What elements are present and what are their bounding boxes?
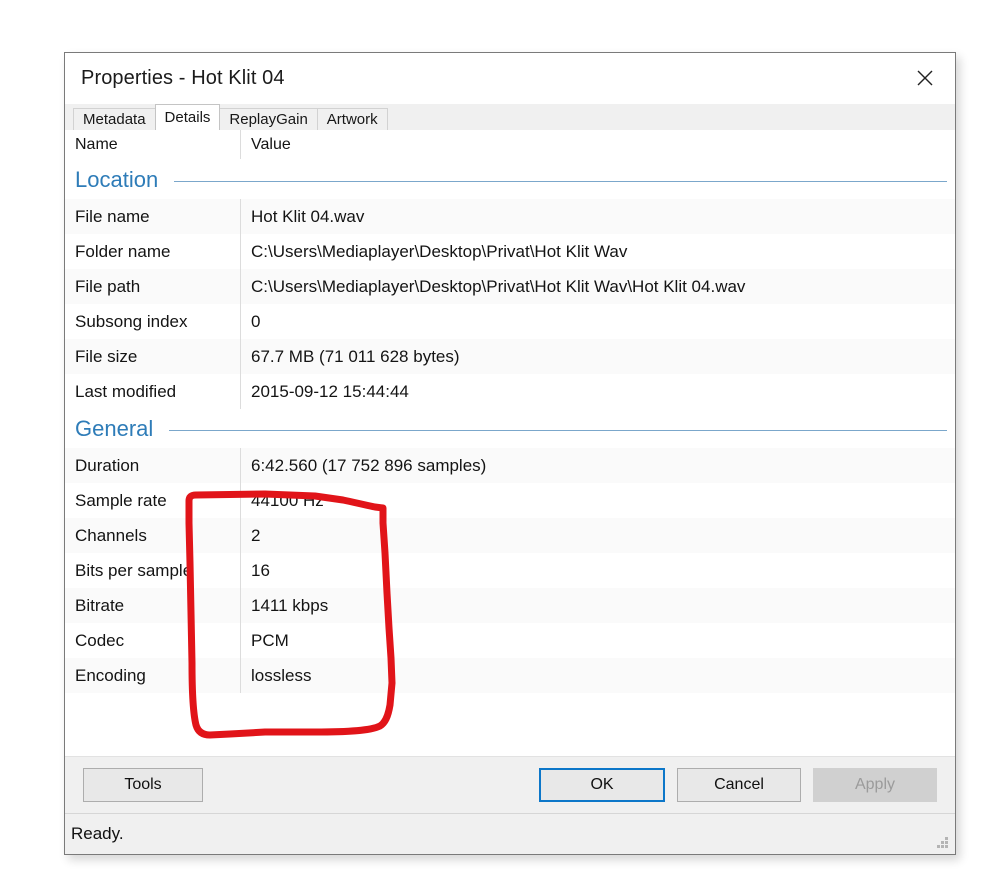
table-row[interactable]: File size 67.7 MB (71 011 628 bytes) bbox=[65, 339, 955, 374]
row-label: Folder name bbox=[65, 234, 241, 269]
section-title-general: General bbox=[75, 415, 154, 441]
row-value: C:\Users\Mediaplayer\Desktop\Privat\Hot … bbox=[251, 242, 628, 261]
cancel-button[interactable]: Cancel bbox=[677, 768, 801, 802]
properties-dialog-window: Properties - Hot Klit 04 Metadata Detail… bbox=[64, 52, 956, 855]
table-row[interactable]: Folder name C:\Users\Mediaplayer\Desktop… bbox=[65, 234, 955, 269]
table-row[interactable]: Last modified 2015-09-12 15:44:44 bbox=[65, 374, 955, 409]
row-label: Bitrate bbox=[65, 588, 241, 623]
table-row[interactable]: File name Hot Klit 04.wav bbox=[65, 199, 955, 234]
tools-button[interactable]: Tools bbox=[83, 768, 203, 802]
apply-button: Apply bbox=[813, 768, 937, 802]
close-icon[interactable] bbox=[905, 61, 945, 95]
row-value: 44100 Hz bbox=[251, 491, 324, 510]
row-value: 16 bbox=[251, 561, 270, 580]
details-list-panel: Location File name Hot Klit 04.wav Folde… bbox=[65, 160, 955, 756]
table-row[interactable]: Encoding lossless bbox=[65, 658, 955, 693]
row-label: File size bbox=[65, 339, 241, 374]
tab-replaygain[interactable]: ReplayGain bbox=[219, 108, 318, 130]
row-value: 2015-09-12 15:44:44 bbox=[251, 382, 409, 401]
row-label: Codec bbox=[65, 623, 241, 658]
resize-grip-icon[interactable] bbox=[935, 835, 949, 849]
row-label: File name bbox=[65, 199, 241, 234]
status-bar: Ready. bbox=[65, 813, 955, 854]
table-row[interactable]: File path C:\Users\Mediaplayer\Desktop\P… bbox=[65, 269, 955, 304]
section-rule-general bbox=[169, 430, 947, 431]
row-value: Hot Klit 04.wav bbox=[251, 207, 365, 226]
row-value: 2 bbox=[251, 526, 261, 545]
tab-artwork[interactable]: Artwork bbox=[316, 108, 388, 130]
tab-strip: Metadata Details ReplayGain Artwork bbox=[65, 104, 955, 130]
table-row[interactable]: Channels 2 bbox=[65, 518, 955, 553]
row-value: 1411 kbps bbox=[251, 596, 329, 615]
row-label: Bits per sample bbox=[65, 553, 241, 588]
window-title: Properties - Hot Klit 04 bbox=[81, 67, 285, 89]
tab-metadata[interactable]: Metadata bbox=[73, 108, 156, 130]
row-value: 6:42.560 (17 752 896 samples) bbox=[251, 456, 487, 475]
section-header-location: Location bbox=[65, 160, 955, 199]
row-value: 0 bbox=[251, 312, 261, 331]
title-bar: Properties - Hot Klit 04 bbox=[65, 53, 955, 104]
tab-details[interactable]: Details bbox=[154, 104, 221, 130]
section-rule-location bbox=[174, 181, 947, 182]
row-label: Last modified bbox=[65, 374, 241, 409]
table-row[interactable]: Bits per sample 16 bbox=[65, 553, 955, 588]
table-row[interactable]: Bitrate 1411 kbps bbox=[65, 588, 955, 623]
row-value: PCM bbox=[251, 631, 289, 650]
table-row[interactable]: Duration 6:42.560 (17 752 896 samples) bbox=[65, 448, 955, 483]
column-header-row: Name Value bbox=[65, 130, 955, 160]
row-label: Encoding bbox=[65, 658, 241, 693]
dialog-button-bar: Tools OK Cancel Apply bbox=[65, 756, 955, 813]
row-label: Subsong index bbox=[65, 304, 241, 339]
section-header-general: General bbox=[65, 409, 955, 448]
row-label: Channels bbox=[65, 518, 241, 553]
column-header-name[interactable]: Name bbox=[65, 130, 241, 159]
table-row[interactable]: Codec PCM bbox=[65, 623, 955, 658]
row-value: lossless bbox=[251, 666, 312, 685]
ok-button[interactable]: OK bbox=[539, 768, 665, 802]
table-row[interactable]: Sample rate 44100 Hz bbox=[65, 483, 955, 518]
status-text: Ready. bbox=[71, 824, 124, 843]
row-value: C:\Users\Mediaplayer\Desktop\Privat\Hot … bbox=[251, 277, 746, 296]
column-header-value[interactable]: Value bbox=[241, 130, 955, 159]
table-row[interactable]: Subsong index 0 bbox=[65, 304, 955, 339]
row-label: Duration bbox=[65, 448, 241, 483]
row-label: Sample rate bbox=[65, 483, 241, 518]
row-value: 67.7 MB (71 011 628 bytes) bbox=[251, 347, 460, 366]
section-title-location: Location bbox=[75, 166, 159, 192]
row-label: File path bbox=[65, 269, 241, 304]
